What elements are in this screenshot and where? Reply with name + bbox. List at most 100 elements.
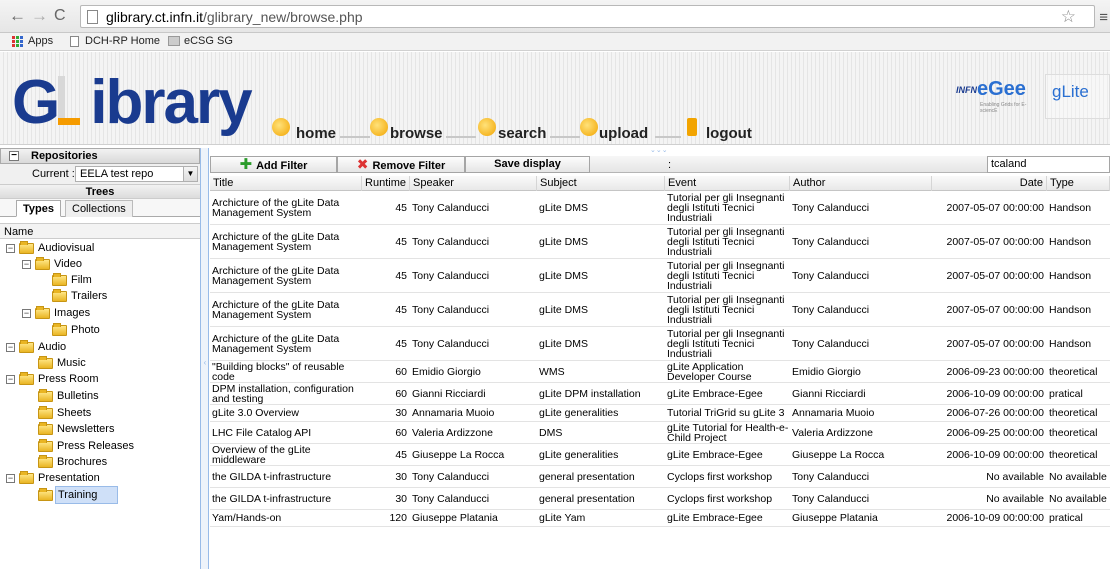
menu-icon[interactable]: ≡: [1099, 9, 1108, 26]
infn-logo: INFN: [956, 85, 977, 95]
table-row[interactable]: Yam/Hands-on 120 Giuseppe Platania gLite Ya…: [210, 510, 1110, 527]
panel-splitter[interactable]: ‹: [201, 148, 209, 569]
cell-type: theoretical: [1049, 365, 1098, 378]
tree-node[interactable]: Music: [38, 355, 86, 371]
bookmark-ecsg-sg[interactable]: eCSG SG: [168, 35, 233, 47]
bookmarks-bar: Apps DCH-RP Home eCSG SG: [0, 33, 1110, 51]
grid-toolbar: ✚ Add Filter ✖ Remove Filter Save display …: [210, 156, 1110, 173]
add-filter-button[interactable]: ✚ Add Filter: [210, 156, 337, 173]
column-header-runtime[interactable]: Runtime: [362, 176, 410, 191]
bookmark-apps[interactable]: Apps: [12, 35, 53, 47]
table-row[interactable]: Archicture of the gLite Data Management …: [210, 327, 1110, 361]
glibrary-logo[interactable]: Gibrary: [12, 72, 253, 134]
table-row[interactable]: DPM installation, configuration and test…: [210, 383, 1110, 405]
tree-node[interactable]: Bulletins: [38, 388, 99, 404]
tree-node-label: Sheets: [57, 407, 92, 419]
nav-separator: [340, 136, 370, 138]
cell-subject: gLite DMS: [539, 269, 589, 282]
table-row[interactable]: Archicture of the gLite Data Management …: [210, 259, 1110, 293]
tab-collections[interactable]: Collections: [65, 200, 133, 217]
collapse-toggle-icon[interactable]: −: [22, 308, 31, 318]
favicon-icon: [168, 36, 180, 46]
remove-filter-button[interactable]: ✖ Remove Filter: [337, 156, 465, 173]
collapse-handle-icon[interactable]: ⌄⌄⌄: [650, 146, 668, 154]
tab-types[interactable]: Types: [16, 200, 61, 217]
collapse-toggle-icon[interactable]: −: [6, 342, 15, 352]
cell-date: 2006-10-09 00:00:00: [946, 512, 1045, 524]
tree-node[interactable]: Training: [38, 486, 119, 504]
tree-node[interactable]: − Images: [22, 305, 90, 321]
nav-upload[interactable]: upload: [599, 125, 648, 142]
column-header-subject[interactable]: Subject: [537, 176, 665, 191]
cell-title: gLite 3.0 Overview: [212, 407, 299, 419]
back-arrow-icon[interactable]: ←: [9, 7, 26, 25]
collapse-toggle-icon[interactable]: −: [6, 243, 15, 253]
cell-date: 2006-07-26 00:00:00: [946, 407, 1045, 419]
bookmark-dchrp-home[interactable]: DCH-RP Home: [70, 35, 160, 47]
tree-node[interactable]: Photo: [52, 322, 100, 338]
table-row[interactable]: the GILDA t-infrastructure 30 Tony Calandu…: [210, 488, 1110, 510]
nav-search[interactable]: search: [498, 125, 546, 142]
table-row[interactable]: Archicture of the gLite Data Management …: [210, 225, 1110, 259]
tree-node[interactable]: − Audiovisual: [6, 240, 94, 256]
cell-speaker: Annamaria Muoio: [412, 407, 495, 419]
table-row[interactable]: the GILDA t-infrastructure 30 Tony Calandu…: [210, 466, 1110, 488]
nav-logout[interactable]: logout: [706, 125, 752, 142]
tree-node[interactable]: Newsletters: [38, 421, 114, 437]
cell-subject: gLite DMS: [539, 201, 589, 214]
nav-browse[interactable]: browse: [390, 125, 443, 142]
search-input[interactable]: tcaland: [987, 156, 1110, 173]
table-row[interactable]: gLite 3.0 Overview 30 Annamaria Muoio gLite…: [210, 405, 1110, 422]
cell-author: Gianni Ricciardi: [792, 387, 866, 400]
cell-type: Handson: [1049, 337, 1092, 350]
cell-title: Yam/Hands-on: [212, 512, 282, 524]
column-header-author[interactable]: Author: [790, 176, 932, 191]
egee-tagline: Enabling Grids for E-sciencE: [980, 102, 1027, 114]
folder-icon: [38, 388, 53, 402]
cell-runtime: 45: [395, 448, 407, 461]
tree-node[interactable]: Press Releases: [38, 438, 134, 454]
address-bar[interactable]: glibrary.ct.infn.it/glibrary_new/browse.…: [80, 5, 1095, 28]
table-row[interactable]: Archicture of the gLite Data Management …: [210, 191, 1110, 225]
collapse-toggle-icon[interactable]: −: [6, 374, 15, 384]
cell-speaker: Tony Calanducci: [412, 303, 490, 316]
tree-node-label: Press Room: [38, 373, 99, 385]
cell-runtime: 45: [395, 303, 407, 316]
column-header-title[interactable]: Title: [210, 176, 362, 191]
tree-node-label: Photo: [71, 324, 100, 336]
tree-node[interactable]: − Presentation: [6, 470, 100, 486]
column-header-speaker[interactable]: Speaker: [410, 176, 537, 191]
column-header-type[interactable]: Type: [1047, 176, 1110, 191]
page-icon: [87, 10, 98, 24]
reload-icon[interactable]: C: [54, 7, 66, 25]
collapse-arrow-icon[interactable]: ‹: [201, 358, 209, 367]
tree-node[interactable]: Film: [52, 272, 92, 288]
tree-node[interactable]: Sheets: [38, 405, 91, 421]
site-header: Gibrary home browse search upload logout…: [0, 52, 1110, 145]
column-header-date[interactable]: Date: [932, 176, 1047, 191]
cell-date: 2006-09-25 00:00:00: [946, 426, 1045, 439]
collapse-icon[interactable]: −: [9, 151, 19, 161]
tree-node[interactable]: Brochures: [38, 454, 107, 470]
table-row[interactable]: Archicture of the gLite Data Management …: [210, 293, 1110, 327]
tree-node[interactable]: Trailers: [52, 288, 107, 304]
table-row[interactable]: LHC File Catalog API 60 Valeria Ardizzone D…: [210, 422, 1110, 444]
cell-title: Archicture of the gLite Data Management …: [212, 298, 340, 321]
tree-node[interactable]: − Press Room: [6, 371, 99, 387]
save-display-button[interactable]: Save display: [465, 156, 590, 173]
collapse-toggle-icon[interactable]: −: [22, 259, 31, 269]
bookmark-star-icon[interactable]: ☆: [1061, 7, 1076, 27]
forward-arrow-icon[interactable]: →: [31, 7, 48, 25]
repository-select[interactable]: EELA test repo ▼: [75, 166, 198, 182]
tree-node[interactable]: − Video: [22, 256, 82, 272]
chevron-down-icon[interactable]: ▼: [183, 167, 197, 181]
collapse-toggle-icon[interactable]: −: [6, 473, 15, 483]
column-header-event[interactable]: Event: [665, 176, 790, 191]
folder-icon: [38, 438, 53, 452]
table-row[interactable]: Overview of the gLite middleware 45 Giusep…: [210, 444, 1110, 466]
table-row[interactable]: "Building blocks" of reusable code 60 Emid…: [210, 361, 1110, 383]
nav-home[interactable]: home: [296, 125, 336, 142]
cell-event: Tutorial per gli Insegnanti degli Istitu…: [667, 191, 785, 224]
tree-node[interactable]: − Audio: [6, 339, 66, 355]
cell-runtime: 60: [395, 387, 407, 400]
